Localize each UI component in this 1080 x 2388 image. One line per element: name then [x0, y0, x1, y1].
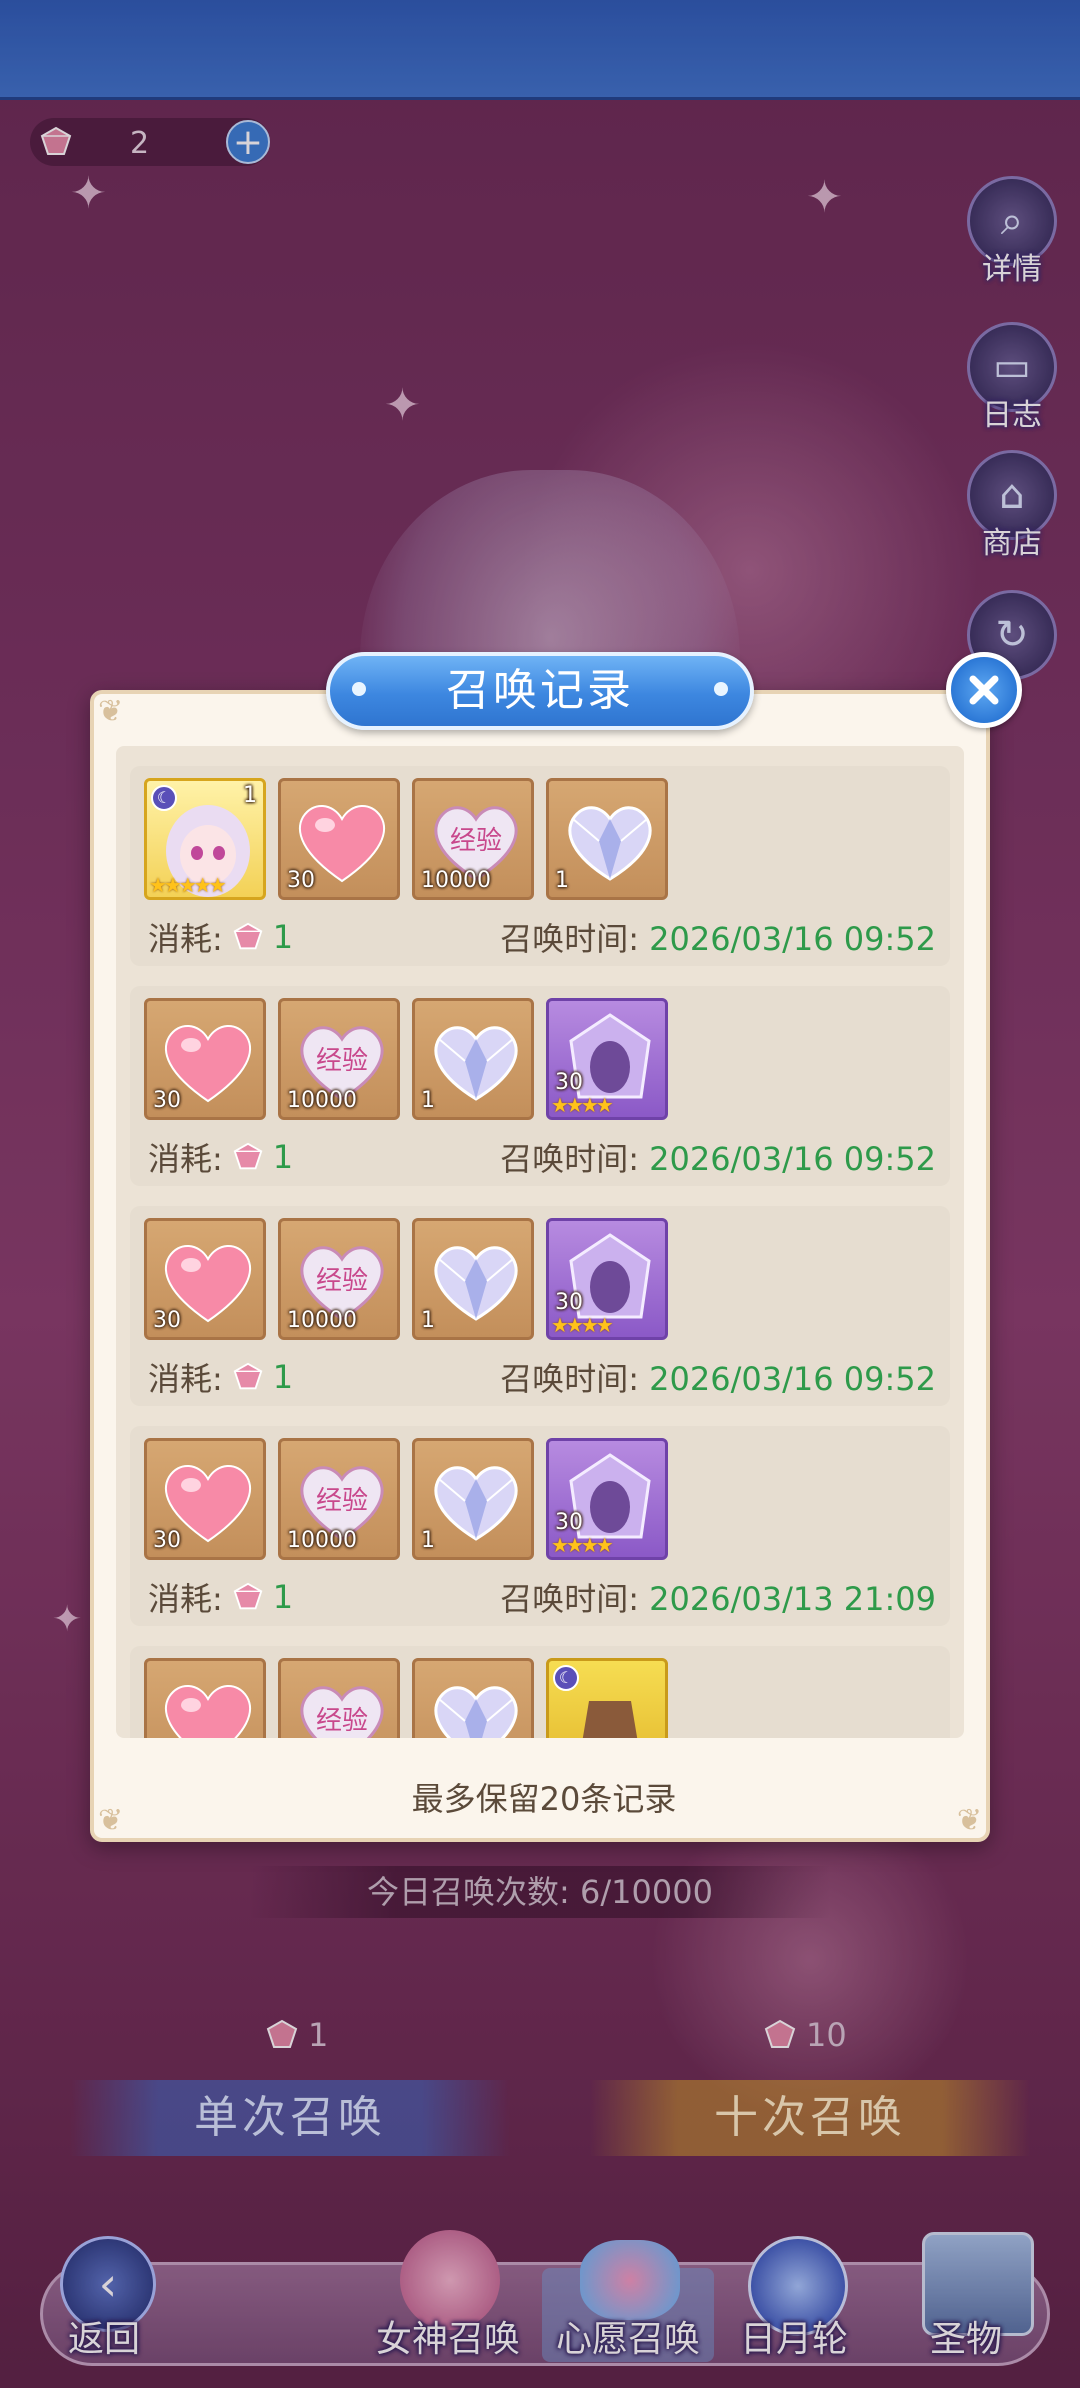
- star-rating: ★★★★: [551, 1313, 614, 1337]
- item-quantity: 30: [153, 1308, 181, 1333]
- corner-ornament: ❦: [98, 694, 124, 729]
- reward-item-exp[interactable]: 经验 10000: [278, 1438, 400, 1560]
- item-quantity: 30: [287, 868, 315, 893]
- reward-item-crystal-heart[interactable]: 1: [412, 998, 534, 1120]
- moon-badge-icon: ☾: [553, 1665, 579, 1691]
- star-rating: ★★★★★: [149, 873, 227, 897]
- title-ornament: [714, 682, 728, 696]
- moon-badge-icon: ☾: [151, 785, 177, 811]
- time-value: 2026/03/16 09:52: [649, 1360, 936, 1398]
- star-rating: ★★★★: [551, 1533, 614, 1557]
- record-row: 30 经验 10000 1 ★★★★ 30 消耗: 1 召唤时间: 2026/03/16 09:…: [130, 986, 950, 1186]
- cost-label: 消耗:: [148, 1580, 223, 1618]
- record-cost: 消耗: 1: [148, 1354, 293, 1400]
- exp-label: 经验: [316, 1706, 368, 1736]
- item-quantity: 10000: [287, 1088, 357, 1113]
- summon-gem-icon: [233, 1582, 263, 1610]
- close-icon: [969, 675, 999, 705]
- dialog-title: 召唤记录: [326, 652, 754, 730]
- reward-item-heart[interactable]: 30: [144, 998, 266, 1120]
- cost-label: 消耗:: [148, 920, 223, 958]
- reward-item-heart[interactable]: 30: [144, 1438, 266, 1560]
- item-quantity: 30: [153, 1088, 181, 1113]
- time-label: 召唤时间:: [500, 1580, 639, 1618]
- cost-label: 消耗:: [148, 1140, 223, 1178]
- reward-item-fragment[interactable]: ★★★★ 30: [546, 998, 668, 1120]
- reward-item-exp[interactable]: 经验 10000: [278, 1218, 400, 1340]
- summon-record-dialog: ❦ ❦ ❦ ❦ ☾★★★★★130经验100001消耗:1召唤时间: 2026/…: [90, 690, 990, 1842]
- reward-item-heart[interactable]: 30: [144, 1218, 266, 1340]
- record-limit-note: 最多保留20条记录: [411, 1780, 677, 1818]
- cost-value: 1: [272, 1578, 294, 1616]
- time-label: 召唤时间:: [500, 1140, 639, 1178]
- item-quantity: 1: [421, 1528, 435, 1553]
- exp-label: 经验: [450, 826, 502, 856]
- star-rating: ★★★★: [551, 1093, 614, 1117]
- item-quantity: 10000: [287, 1528, 357, 1553]
- record-time: 召唤时间: 2026/03/16 09:52: [500, 914, 936, 960]
- time-label: 召唤时间:: [500, 1360, 639, 1398]
- summon-gem-icon: [233, 1142, 263, 1170]
- reward-item-fragment[interactable]: ★★★★ 30: [546, 1218, 668, 1340]
- dialog-title-text: 召唤记录: [446, 665, 634, 716]
- item-quantity: 10000: [287, 1308, 357, 1333]
- cost-value: 1: [272, 1138, 294, 1176]
- reward-item-exp[interactable]: 经验 10000: [278, 998, 400, 1120]
- item-quantity: 1: [421, 1308, 435, 1333]
- time-value: 2026/03/16 09:52: [649, 1140, 936, 1178]
- reward-item-crystal-heart[interactable]: 1: [546, 778, 668, 900]
- record-row: ☾ ★★★★★ 1 30 经验 10000 1 消耗: 1 召唤时间: 2026/03/16 09…: [130, 766, 950, 966]
- crystal-heart-icon: [434, 1686, 518, 1738]
- record-row: 经验 ☾: [130, 1646, 950, 1738]
- item-quantity: 30: [555, 1290, 583, 1315]
- time-label: 召唤时间:: [500, 920, 639, 958]
- reward-item-heart[interactable]: [144, 1658, 266, 1738]
- reward-item-crystal-heart[interactable]: 1: [412, 1438, 534, 1560]
- record-cost: 消耗: 1: [148, 1574, 293, 1620]
- close-button[interactable]: [946, 652, 1022, 728]
- item-quantity: 1: [421, 1088, 435, 1113]
- record-time: 召唤时间: 2026/03/16 09:52: [500, 1354, 936, 1400]
- item-quantity: 1: [555, 868, 569, 893]
- record-row: 30 经验 10000 1 ★★★★ 30 消耗: 1 召唤时间: 2026/03/13 21:…: [130, 1426, 950, 1626]
- reward-item-gold-item[interactable]: ☾: [546, 1658, 668, 1738]
- summon-gem-icon: [233, 922, 263, 950]
- cost-value: 1: [272, 1358, 294, 1396]
- record-cost: 消耗: 1: [148, 1134, 293, 1180]
- reward-item-hero[interactable]: ☾ ★★★★★ 1: [144, 778, 266, 900]
- exp-label: 经验: [316, 1486, 368, 1516]
- record-time: 召唤时间: 2026/03/16 09:52: [500, 1134, 936, 1180]
- reward-item-crystal-heart[interactable]: 1: [412, 1218, 534, 1340]
- reward-item-exp[interactable]: 经验 10000: [412, 778, 534, 900]
- reward-item-heart[interactable]: 30: [278, 778, 400, 900]
- cost-value: 1: [272, 918, 294, 956]
- title-ornament: [352, 682, 366, 696]
- exp-heart-icon: 经验: [300, 1686, 384, 1738]
- time-value: 2026/03/13 21:09: [649, 1580, 936, 1618]
- item-quantity: 10000: [421, 868, 491, 893]
- item-quantity: 1: [243, 783, 257, 808]
- record-list[interactable]: ☾ ★★★★★ 1 30 经验 10000 1 消耗: 1 召唤时间: 2026/03/16 09…: [116, 746, 964, 1738]
- reward-item-fragment[interactable]: ★★★★ 30: [546, 1438, 668, 1560]
- item-quantity: 30: [153, 1528, 181, 1553]
- love-heart-icon: [165, 1685, 251, 1738]
- record-time: 召唤时间: 2026/03/13 21:09: [500, 1574, 936, 1620]
- record-cost: 消耗: 1: [148, 914, 293, 960]
- reward-item-crystal-heart[interactable]: [412, 1658, 534, 1738]
- summon-gem-icon: [233, 1362, 263, 1390]
- cost-label: 消耗:: [148, 1360, 223, 1398]
- exp-label: 经验: [316, 1266, 368, 1296]
- time-value: 2026/03/16 09:52: [649, 920, 936, 958]
- record-row: 30 经验 10000 1 ★★★★ 30 消耗: 1 召唤时间: 2026/03/16 09:…: [130, 1206, 950, 1406]
- item-quantity: 30: [555, 1510, 583, 1535]
- item-quantity: 30: [555, 1070, 583, 1095]
- reward-item-exp[interactable]: 经验: [278, 1658, 400, 1738]
- exp-label: 经验: [316, 1046, 368, 1076]
